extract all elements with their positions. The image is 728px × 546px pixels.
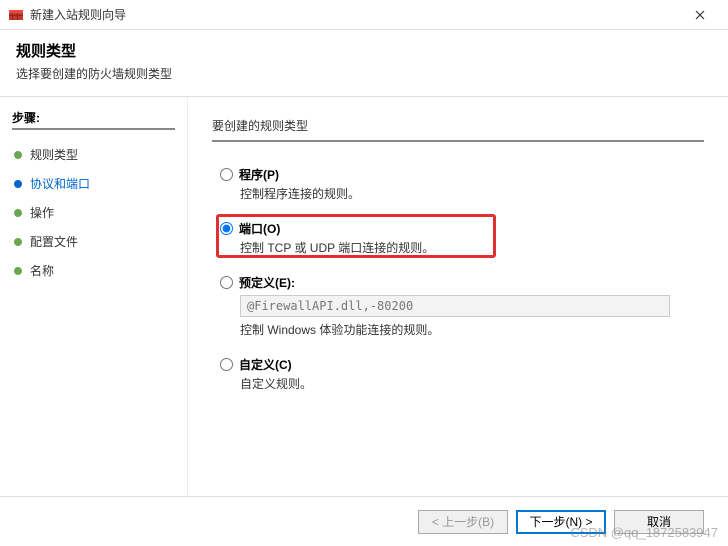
wizard-header: 规则类型 选择要创建的防火墙规则类型 — [0, 30, 728, 97]
wizard-footer: < 上一步(B) 下一步(N) > 取消 — [0, 496, 728, 546]
option-label: 端口(O) — [239, 220, 280, 237]
close-button[interactable] — [680, 0, 720, 30]
steps-sidebar: 步骤: 规则类型 协议和端口 操作 配置文件 名称 — [0, 97, 188, 505]
bullet-icon — [14, 267, 22, 275]
steps-label: 步骤: — [12, 109, 175, 126]
step-name[interactable]: 名称 — [12, 256, 175, 285]
step-protocol-port[interactable]: 协议和端口 — [12, 169, 175, 198]
option-predefined: 预定义(E): @FirewallAPI.dll,-80200 控制 Windo… — [220, 274, 704, 338]
main-panel: 要创建的规则类型 程序(P) 控制程序连接的规则。 端口(O) 控制 TCP 或… — [188, 97, 728, 505]
cancel-button[interactable]: 取消 — [614, 510, 704, 534]
radio-program[interactable]: 程序(P) — [220, 166, 704, 183]
option-label: 预定义(E): — [239, 274, 295, 291]
step-rule-type[interactable]: 规则类型 — [12, 140, 175, 169]
titlebar: 新建入站规则向导 — [0, 0, 728, 30]
option-label: 自定义(C) — [239, 356, 292, 373]
section-title: 要创建的规则类型 — [212, 117, 704, 134]
step-label: 名称 — [30, 262, 54, 279]
step-label: 规则类型 — [30, 146, 78, 163]
page-title: 规则类型 — [16, 40, 712, 61]
step-action[interactable]: 操作 — [12, 198, 175, 227]
radio-custom[interactable]: 自定义(C) — [220, 356, 704, 373]
bullet-icon — [14, 180, 22, 188]
option-desc: 自定义规则。 — [240, 375, 704, 392]
option-desc: 控制 TCP 或 UDP 端口连接的规则。 — [240, 239, 704, 256]
option-custom: 自定义(C) 自定义规则。 — [220, 356, 704, 392]
step-profile[interactable]: 配置文件 — [12, 227, 175, 256]
option-label: 程序(P) — [239, 166, 279, 183]
predefined-select[interactable]: @FirewallAPI.dll,-80200 — [240, 295, 670, 317]
radio-port[interactable]: 端口(O) — [220, 220, 704, 237]
bullet-icon — [14, 209, 22, 217]
option-desc: 控制 Windows 体验功能连接的规则。 — [240, 321, 704, 338]
radio-input-custom[interactable] — [220, 358, 233, 371]
option-desc: 控制程序连接的规则。 — [240, 185, 704, 202]
radio-predefined[interactable]: 预定义(E): — [220, 274, 704, 291]
rule-type-radio-group: 程序(P) 控制程序连接的规则。 端口(O) 控制 TCP 或 UDP 端口连接… — [220, 166, 704, 392]
firewall-icon — [8, 7, 24, 23]
select-value: @FirewallAPI.dll,-80200 — [247, 299, 413, 313]
option-port: 端口(O) 控制 TCP 或 UDP 端口连接的规则。 — [220, 220, 704, 256]
step-label: 操作 — [30, 204, 54, 221]
radio-input-predefined[interactable] — [220, 276, 233, 289]
step-label: 配置文件 — [30, 233, 78, 250]
bullet-icon — [14, 238, 22, 246]
divider — [212, 140, 704, 142]
back-button: < 上一步(B) — [418, 510, 508, 534]
window-title: 新建入站规则向导 — [30, 6, 680, 23]
step-label: 协议和端口 — [30, 175, 90, 192]
divider — [12, 128, 175, 130]
option-program: 程序(P) 控制程序连接的规则。 — [220, 166, 704, 202]
radio-input-port[interactable] — [220, 222, 233, 235]
radio-input-program[interactable] — [220, 168, 233, 181]
bullet-icon — [14, 151, 22, 159]
next-button[interactable]: 下一步(N) > — [516, 510, 606, 534]
page-subtitle: 选择要创建的防火墙规则类型 — [16, 65, 712, 82]
